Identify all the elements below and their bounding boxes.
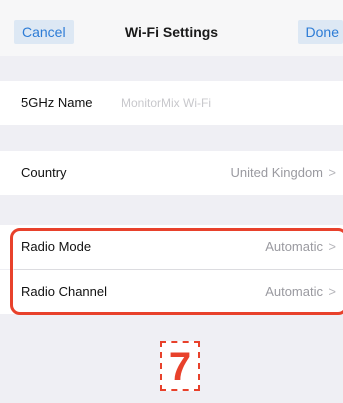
page-title: Wi-Fi Settings	[124, 24, 219, 40]
step-number-badge: 7	[160, 341, 200, 391]
done-button[interactable]: Done	[297, 20, 343, 44]
country-row[interactable]: Country United Kingdom >	[0, 151, 343, 195]
name-label: 5GHz Name	[21, 95, 93, 110]
country-value: United Kingdom	[230, 165, 324, 180]
country-label: Country	[21, 165, 67, 180]
highlight-outline	[10, 228, 343, 315]
nav-bar: Cancel Wi-Fi Settings Done	[0, 0, 343, 56]
name-row[interactable]: 5GHz Name MonitorMix Wi-Fi	[0, 81, 343, 125]
chevron-right-icon: >	[328, 165, 336, 180]
name-field[interactable]: MonitorMix Wi-Fi	[121, 81, 211, 125]
